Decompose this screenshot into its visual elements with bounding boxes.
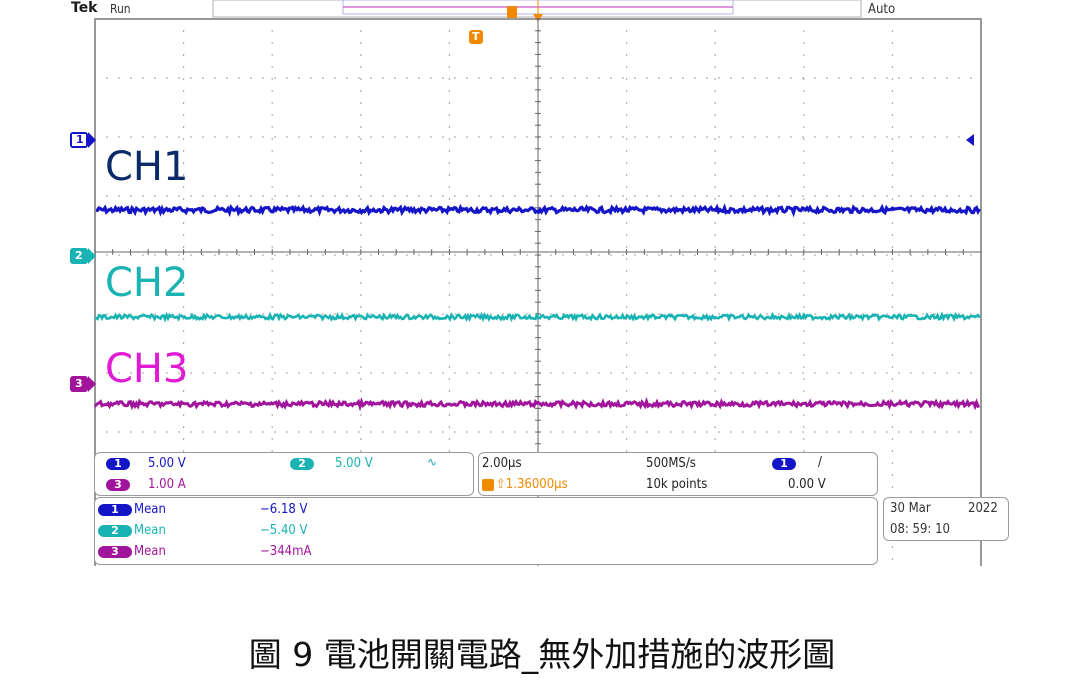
year-label: 2022 xyxy=(968,501,998,516)
ch2-badge[interactable]: 2 xyxy=(290,458,314,470)
ch1-scale[interactable]: 5.00 V xyxy=(148,457,186,470)
meas1-badge: 1 xyxy=(98,504,132,516)
ch3-ground-marker xyxy=(70,376,96,392)
ch1-trace-label: CH1 xyxy=(105,144,189,190)
meas2-badge: 2 xyxy=(98,525,132,537)
oscilloscope-screen: Tek Run Auto T 1 2 3 CH1 CH2 CH3 1 5.00 … xyxy=(70,0,1014,566)
meas1-value: −6.18 V xyxy=(260,502,308,517)
trigger-level[interactable]: 0.00 V xyxy=(788,478,826,491)
time-per-div[interactable]: 2.00μs xyxy=(482,457,522,470)
ch3-marker-label: 3 xyxy=(75,377,83,390)
measurements-panel xyxy=(94,497,878,565)
figure-caption: 圖 9 電池開關電路_無外加措施的波形圖 xyxy=(248,635,836,674)
meas2-name[interactable]: Mean xyxy=(134,524,166,537)
ch3-scale[interactable]: 1.00 A xyxy=(148,478,186,491)
date-label: 30 Mar xyxy=(890,501,931,516)
ch2-waveform xyxy=(94,311,981,323)
trigger-position-marker xyxy=(507,6,517,18)
meas3-value: −344mA xyxy=(260,544,312,559)
trigger-level-arrow xyxy=(966,134,974,146)
trigger-position[interactable]: ⇧1.36000μs xyxy=(496,478,568,491)
ch1-badge[interactable]: 1 xyxy=(106,458,130,470)
trigger-mode[interactable]: Auto xyxy=(868,3,895,16)
trigger-t-label: T xyxy=(472,30,480,43)
meas3-name[interactable]: Mean xyxy=(134,545,166,558)
meas2-value: −5.40 V xyxy=(260,523,308,538)
ch3-trace-label: CH3 xyxy=(105,346,189,392)
ch2-trace-label: CH2 xyxy=(105,260,189,306)
brand-label: Tek xyxy=(71,0,98,16)
sample-rate: 500MS/s xyxy=(646,456,696,471)
time-label: 08: 59: 10 xyxy=(890,522,950,537)
ch2-marker-label: 2 xyxy=(75,249,83,262)
ch1-marker-label: 1 xyxy=(76,133,84,146)
record-length[interactable]: 10k points xyxy=(646,478,707,491)
run-status: Run xyxy=(110,2,131,16)
meas1-name[interactable]: Mean xyxy=(134,503,166,516)
ch3-badge[interactable]: 3 xyxy=(106,479,130,491)
ch2-ground-marker xyxy=(70,248,96,264)
bandwidth-limit-icon: ∿ xyxy=(427,455,438,469)
horizontal-position-icon xyxy=(482,479,494,491)
ch2-scale[interactable]: 5.00 V xyxy=(335,457,373,470)
trigger-slope-icon[interactable]: / xyxy=(818,456,822,469)
trigger-source-badge[interactable]: 1 xyxy=(772,458,796,470)
meas3-badge: 3 xyxy=(98,546,132,558)
